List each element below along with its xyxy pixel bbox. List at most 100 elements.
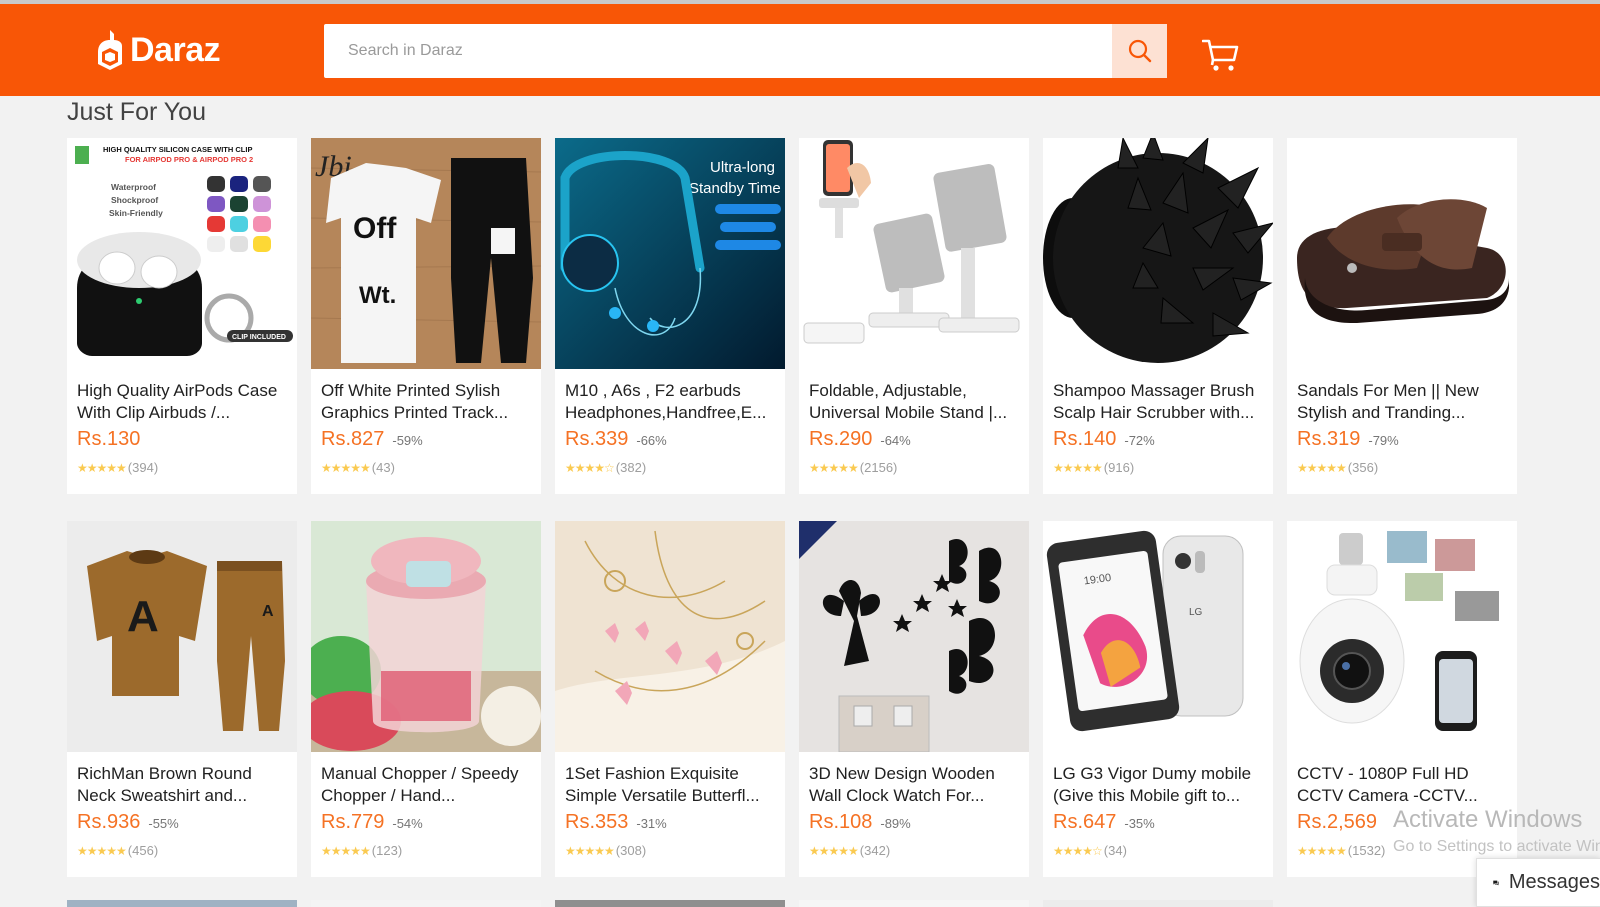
product-rating: ★★★★★ (2156) — [809, 460, 897, 475]
product-rating: ★★★★★ (43) — [321, 460, 395, 475]
review-count: (43) — [371, 460, 395, 475]
product-card[interactable]: Sandals For Men || New Stylish and Trand… — [1287, 138, 1517, 494]
product-card[interactable]: Shampoo Massager Brush Scalp Hair Scrubb… — [1043, 138, 1273, 494]
product-card[interactable]: Jbi Off Wt. Off White Printed Sylish Gra… — [311, 138, 541, 494]
image-text: Ultra-long — [710, 159, 775, 176]
product-rating: ★★★★★ (456) — [77, 843, 158, 858]
product-rating: ★★★★★ (394) — [77, 460, 158, 475]
rating-stars: ★★★★★ — [1297, 460, 1347, 475]
product-card[interactable]: 1Set Fashion Exquisite Simple Versatile … — [555, 521, 785, 877]
product-name: M10 , A6s , F2 earbuds Headphones,Handfr… — [565, 381, 767, 422]
rating-stars: ★★★★★ — [565, 843, 615, 858]
product-discount: -55% — [148, 816, 179, 831]
image-text: FOR AIRPOD PRO & AIRPOD PRO 2 — [125, 155, 253, 164]
review-count: (308) — [615, 843, 647, 858]
product-discount: -59% — [392, 433, 423, 448]
search-button[interactable] — [1112, 24, 1167, 78]
product-image-tracksuit: Jbi Off Wt. — [311, 138, 541, 369]
windows-activation-subtitle: Go to Settings to activate Windows. — [1393, 838, 1600, 855]
product-price: Rs.130 — [77, 428, 141, 450]
product-card-partial — [311, 900, 541, 907]
product-name: Foldable, Adjustable, Universal Mobile S… — [809, 381, 1008, 422]
product-card-partial — [555, 900, 785, 907]
product-card[interactable]: A A RichMan Brown Round Neck Sweatshirt … — [67, 521, 297, 877]
review-count: (916) — [1103, 460, 1135, 475]
product-card[interactable]: 3D New Design Wooden Wall Clock Watch Fo… — [799, 521, 1029, 877]
product-card[interactable]: Manual Chopper / Speedy Chopper / Hand..… — [311, 521, 541, 877]
product-discount: -35% — [1124, 816, 1155, 831]
product-discount: -79% — [1368, 433, 1399, 448]
messages-button[interactable]: Messages — [1476, 858, 1600, 907]
product-name: High Quality AirPods Case With Clip Airb… — [77, 381, 278, 422]
product-discount: -89% — [880, 816, 911, 831]
rating-stars: ★★★★★ — [321, 460, 371, 475]
product-image-sweatshirt: A A — [67, 521, 297, 752]
rating-stars: ★★★★★ — [77, 843, 127, 858]
review-count: (34) — [1103, 843, 1127, 858]
product-price: Rs.647 — [1053, 811, 1117, 833]
product-rating: ★★★★★ (342) — [809, 843, 890, 858]
product-card-partial — [799, 900, 1029, 907]
product-discount: -54% — [392, 816, 423, 831]
product-rating: ★★★★★ (123) — [321, 843, 402, 858]
product-rating: ★★★★★ (356) — [1297, 460, 1378, 475]
product-card[interactable]: Ultra-long Standby Time M10 , A6s , F2 e… — [555, 138, 785, 494]
product-card[interactable]: HIGH QUALITY SILICON CASE WITH CLIP FOR … — [67, 138, 297, 494]
daraz-logo-icon — [98, 30, 122, 70]
image-text: Standby Time — [689, 180, 781, 197]
product-name: 3D New Design Wooden Wall Clock Watch Fo… — [809, 764, 995, 805]
search-icon — [1128, 39, 1151, 63]
site-header: Daraz — [0, 4, 1600, 96]
svg-text:A: A — [262, 603, 274, 620]
product-image-cctv — [1287, 521, 1517, 752]
product-image-wall-decal — [799, 521, 1029, 752]
product-card[interactable]: Foldable, Adjustable, Universal Mobile S… — [799, 138, 1029, 494]
daraz-logo[interactable]: Daraz — [96, 28, 221, 72]
image-text: Wt. — [359, 282, 396, 309]
product-price: Rs.936 — [77, 811, 141, 833]
product-price: Rs.339 — [565, 428, 629, 450]
cart-icon[interactable] — [1202, 38, 1240, 72]
product-card-partial — [1043, 900, 1273, 907]
product-name: CCTV - 1080P Full HD CCTV Camera -CCTV..… — [1297, 764, 1478, 805]
review-count: (2156) — [859, 460, 898, 475]
chat-icon — [1493, 880, 1499, 885]
product-price: Rs.779 — [321, 811, 385, 833]
messages-label: Messages — [1508, 871, 1600, 893]
section-title: Just For You — [67, 98, 206, 126]
review-count: (342) — [859, 843, 891, 858]
image-text: CLIP INCLUDED — [232, 334, 286, 341]
product-price: Rs.353 — [565, 811, 629, 833]
product-name: RichMan Brown Round Neck Sweatshirt and.… — [77, 764, 252, 805]
review-count: (382) — [615, 460, 647, 475]
review-count: (1532) — [1347, 843, 1386, 858]
product-image-jewelry — [555, 521, 785, 752]
rating-stars: ★★★★★ — [809, 843, 859, 858]
image-text: LG — [1189, 607, 1203, 618]
product-name: 1Set Fashion Exquisite Simple Versatile … — [565, 764, 760, 805]
product-rating: ★★★★☆ (34) — [1053, 843, 1127, 858]
product-price: Rs.290 — [809, 428, 873, 450]
windows-activation-title: Activate Windows — [1393, 806, 1583, 833]
product-rating: ★★★★★ (916) — [1053, 460, 1134, 475]
product-price: Rs.319 — [1297, 428, 1361, 450]
rating-stars: ★★★★★ — [321, 843, 371, 858]
product-image-lg-phone: LG 19:00 — [1043, 521, 1273, 752]
search-input[interactable] — [324, 24, 1112, 78]
rating-stars: ★★★★★ — [1053, 460, 1103, 475]
rating-stars: ★★★★★ — [77, 460, 127, 475]
image-text: Waterproof — [111, 182, 156, 192]
rating-stars: ★★★★★ — [809, 460, 859, 475]
product-name: Shampoo Massager Brush Scalp Hair Scrubb… — [1053, 381, 1255, 422]
product-discount: -66% — [636, 433, 667, 448]
product-price: Rs.108 — [809, 811, 873, 833]
product-rating: ★★★★★ (308) — [565, 843, 646, 858]
product-discount: -72% — [1124, 433, 1155, 448]
rating-stars: ★★★★☆ — [565, 460, 615, 475]
product-price: Rs.827 — [321, 428, 385, 450]
product-card-partial — [67, 900, 297, 907]
product-card[interactable]: LG 19:00 LG G3 Vigor Dumy mobile (Give t… — [1043, 521, 1273, 877]
product-price: Rs.2,569 — [1297, 811, 1378, 833]
review-count: (123) — [371, 843, 403, 858]
review-count: (456) — [127, 843, 159, 858]
